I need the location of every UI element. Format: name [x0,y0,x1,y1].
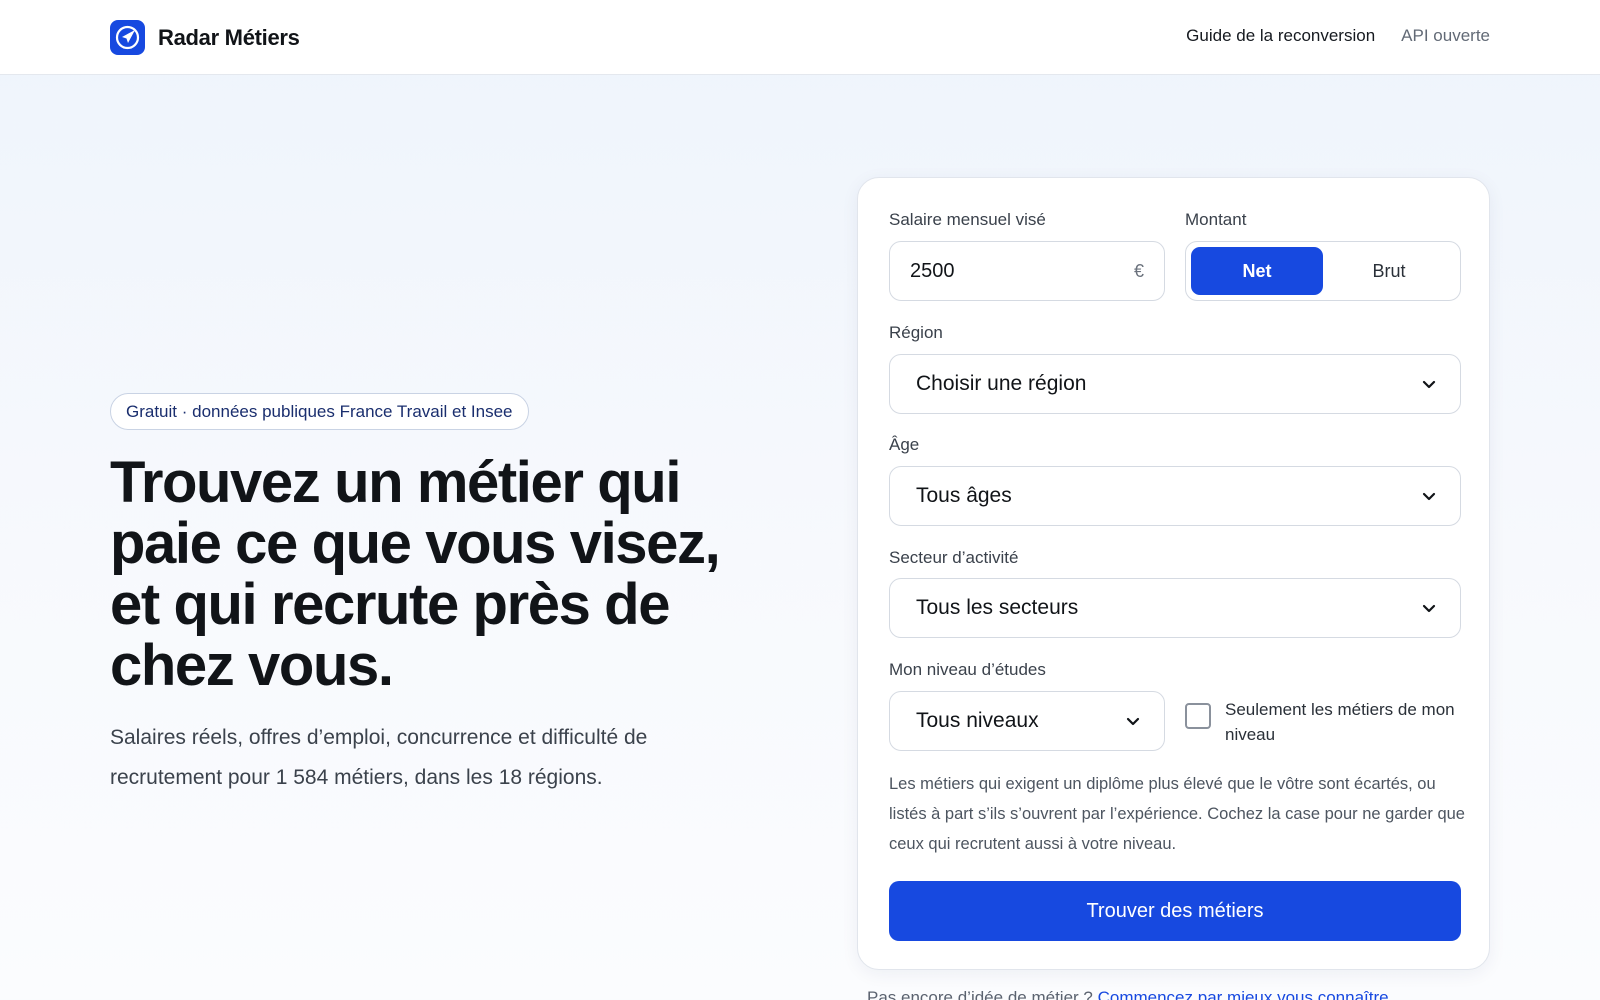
chevron-down-icon [1422,380,1436,389]
brut-option-button[interactable]: Brut [1323,247,1455,295]
salary-label: Salaire mensuel visé [889,210,1046,229]
footer-hint-text: Pas encore d’idée de métier ? [867,988,1093,1000]
hero-subtitle: Salaires réels, offres d’emploi, concurr… [110,726,648,789]
region-label: Région [889,323,943,342]
find-jobs-button[interactable]: Trouver des métiers [889,881,1461,941]
top-navigation-bar: Radar Métiers Guide de la reconversion A… [0,0,1600,75]
age-selected-value: Tous âges [916,484,1012,507]
paper-plane-icon [110,20,145,55]
sector-select[interactable]: Tous les secteurs [889,578,1461,638]
amount-label: Montant [1185,210,1247,229]
sector-selected-value: Tous les secteurs [916,596,1079,619]
only-my-level-option: Seulement les métiers de mon niveau [1185,697,1465,747]
data-source-badge: Gratuit · données publiques France Trava… [110,393,529,430]
education-select[interactable]: Tous niveaux [889,691,1165,751]
education-help-text: Les métiers qui exigent un diplôme plus … [889,775,1465,853]
salary-input[interactable]: 2500 € [889,241,1165,301]
only-my-level-label[interactable]: Seulement les métiers de mon niveau [1225,697,1465,747]
chevron-down-icon [1126,717,1140,726]
region-selected-value: Choisir une région [916,372,1087,395]
education-label: Mon niveau d’études [889,660,1046,679]
salary-value: 2500 [910,259,955,282]
net-brut-toggle: Net Brut [1185,241,1461,301]
age-label: Âge [889,435,920,454]
sector-label: Secteur d’activité [889,548,1019,567]
region-select[interactable]: Choisir une région [889,354,1461,414]
self-discovery-link[interactable]: Commencez par mieux vous connaître [1098,988,1389,1000]
only-my-level-checkbox[interactable] [1185,703,1211,729]
nav-link-guide[interactable]: Guide de la reconversion [1186,26,1375,46]
chevron-down-icon [1422,604,1436,613]
search-form-card: Salaire mensuel visé 2500 € Montant Net … [857,177,1490,970]
euro-icon: € [1133,260,1144,281]
nav-link-api[interactable]: API ouverte [1401,26,1490,46]
main-nav: Guide de la reconversion API ouverte [1186,26,1490,46]
net-option-button[interactable]: Net [1191,247,1323,295]
education-selected-value: Tous niveaux [916,709,1039,732]
footer-hint: Pas encore d’idée de métier ? Commencez … [867,988,1389,1000]
age-select[interactable]: Tous âges [889,466,1461,526]
chevron-down-icon [1422,492,1436,501]
hero-title: Trouvez un métier qui paie ce que vous v… [110,450,721,698]
brand-name: Radar Métiers [158,24,300,50]
brand-link[interactable]: Radar Métiers [110,20,300,55]
